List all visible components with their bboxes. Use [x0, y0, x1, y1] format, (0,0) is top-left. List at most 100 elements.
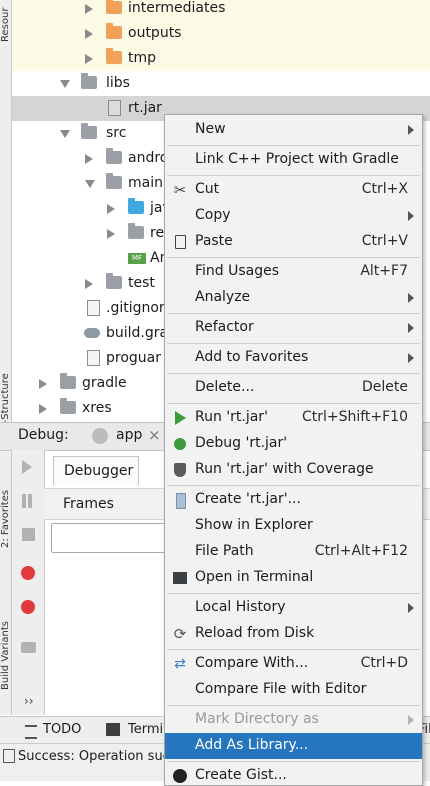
- menu-item-copy[interactable]: Copy: [165, 203, 422, 229]
- expand-arrow-icon[interactable]: [39, 379, 47, 389]
- menu-item-label: File Path: [195, 543, 254, 559]
- collapse-arrow-icon[interactable]: [85, 180, 95, 188]
- menu-item-cut[interactable]: ✂ Cut Ctrl+X: [165, 177, 422, 203]
- menu-item-label: Reload from Disk: [195, 625, 315, 641]
- menu-item-new[interactable]: New: [165, 117, 422, 143]
- collapse-arrow-icon[interactable]: [60, 80, 70, 88]
- resource-manager-tab[interactable]: Resour: [0, 2, 11, 42]
- menu-separator: [167, 373, 420, 374]
- menu-separator: [167, 485, 420, 486]
- menu-item-delete[interactable]: Delete... Delete: [165, 375, 422, 401]
- terminal-tab[interactable]: Termi: [128, 722, 163, 737]
- github-icon: [172, 768, 188, 784]
- menu-item-label: Local History: [195, 599, 286, 615]
- menu-item-link-cpp[interactable]: Link C++ Project with Gradle: [165, 147, 422, 173]
- tree-item-outputs[interactable]: outputs: [12, 21, 430, 46]
- shortcut-label: Alt+F7: [360, 263, 408, 279]
- tree-item-label: proguar: [106, 350, 161, 366]
- menu-item-run-with-coverage[interactable]: Run 'rt.jar' with Coverage: [165, 457, 422, 483]
- tree-item-label: src: [106, 125, 127, 141]
- submenu-arrow-icon: [408, 293, 414, 303]
- debugger-tab[interactable]: Debugger: [53, 456, 139, 485]
- file-icon: [87, 350, 100, 366]
- menu-separator: [167, 257, 420, 258]
- menu-item-label: Link C++ Project with Gradle: [195, 151, 399, 167]
- camera-icon[interactable]: [21, 642, 36, 653]
- tree-item-intermediates[interactable]: intermediates: [12, 0, 430, 21]
- debug-label: Debug:: [18, 427, 69, 443]
- scissors-icon: ✂: [173, 181, 187, 199]
- resume-icon[interactable]: [22, 460, 32, 474]
- build-variants-tab[interactable]: Build Variants: [0, 600, 11, 690]
- menu-item-label: New: [195, 121, 226, 137]
- manifest-icon: MF: [128, 253, 146, 264]
- menu-separator: [167, 403, 420, 404]
- expand-arrow-icon[interactable]: [107, 204, 115, 214]
- expand-arrow-icon[interactable]: [85, 4, 93, 14]
- tree-item-label: build.gra: [106, 325, 169, 341]
- structure-tab[interactable]: Z-Structure: [0, 358, 11, 430]
- submenu-arrow-icon: [408, 125, 414, 135]
- favorites-tab[interactable]: 2: Favorites: [0, 478, 11, 548]
- menu-item-local-history[interactable]: Local History: [165, 595, 422, 621]
- menu-item-add-to-favorites[interactable]: Add to Favorites: [165, 345, 422, 371]
- folder-icon: [60, 398, 76, 414]
- expand-arrow-icon[interactable]: [85, 29, 93, 39]
- menu-item-label: Add to Favorites: [195, 349, 309, 365]
- collapse-arrow-icon[interactable]: [60, 130, 70, 138]
- menu-item-label: Add As Library...: [195, 737, 309, 753]
- tree-item-label: andro: [128, 150, 169, 166]
- expand-arrow-icon[interactable]: [85, 279, 93, 289]
- menu-item-open-in-terminal[interactable]: Open in Terminal: [165, 565, 422, 591]
- frames-label: Frames: [63, 496, 114, 512]
- todo-tab[interactable]: TODO: [43, 722, 81, 737]
- terminal-icon: [172, 570, 188, 586]
- more-icon[interactable]: ››: [24, 694, 34, 708]
- menu-item-label: Paste: [195, 233, 233, 249]
- reload-icon: ⟳: [173, 625, 187, 643]
- stop-icon[interactable]: [22, 528, 35, 541]
- menu-item-show-in-explorer[interactable]: Show in Explorer: [165, 513, 422, 539]
- menu-item-add-as-library[interactable]: Add As Library...: [165, 733, 422, 759]
- expand-arrow-icon[interactable]: [85, 54, 93, 64]
- close-tab-icon[interactable]: ×: [148, 426, 161, 444]
- terminal-icon: [106, 723, 120, 736]
- folder-icon: [60, 373, 76, 389]
- menu-item-refactor[interactable]: Refactor: [165, 315, 422, 341]
- menu-item-create-gist[interactable]: Create Gist...: [165, 763, 422, 785]
- submenu-arrow-icon: [408, 211, 414, 221]
- app-tab[interactable]: app: [116, 427, 142, 443]
- view-breakpoints-icon[interactable]: [21, 566, 35, 580]
- menu-item-label: Show in Explorer: [195, 517, 313, 533]
- submenu-arrow-icon: [408, 323, 414, 333]
- menu-item-reload-from-disk[interactable]: ⟳ Reload from Disk: [165, 621, 422, 647]
- expand-arrow-icon[interactable]: [85, 154, 93, 164]
- debug-icon: [172, 436, 188, 452]
- menu-item-find-usages[interactable]: Find Usages Alt+F7: [165, 259, 422, 285]
- menu-separator: [167, 705, 420, 706]
- menu-item-paste[interactable]: Paste Ctrl+V: [165, 229, 422, 255]
- pause-icon[interactable]: [22, 494, 26, 508]
- menu-item-analyze[interactable]: Analyze: [165, 285, 422, 311]
- menu-item-debug[interactable]: Debug 'rt.jar': [165, 431, 422, 457]
- tree-item-libs[interactable]: libs: [12, 71, 430, 96]
- menu-item-compare-with-editor[interactable]: Compare File with Editor: [165, 677, 422, 703]
- mute-breakpoints-icon[interactable]: [21, 600, 35, 614]
- context-menu: New Link C++ Project with Gradle ✂ Cut C…: [164, 114, 423, 786]
- expand-arrow-icon[interactable]: [39, 404, 47, 414]
- menu-item-run[interactable]: Run 'rt.jar' Ctrl+Shift+F10: [165, 405, 422, 431]
- tree-item-tmp[interactable]: tmp: [12, 46, 430, 71]
- folder-icon: [81, 123, 97, 139]
- menu-item-compare-with[interactable]: ⇄ Compare With... Ctrl+D: [165, 651, 422, 677]
- menu-item-label: Analyze: [195, 289, 251, 305]
- resource-folder-icon: [128, 223, 144, 239]
- expand-arrow-icon[interactable]: [107, 229, 115, 239]
- tree-item-label: main: [128, 175, 163, 191]
- folder-icon: [106, 148, 122, 164]
- menu-item-create-config[interactable]: Create 'rt.jar'...: [165, 487, 422, 513]
- menu-item-label: Open in Terminal: [195, 569, 314, 585]
- tree-item-label: outputs: [128, 25, 182, 41]
- menu-item-file-path[interactable]: File Path Ctrl+Alt+F12: [165, 539, 422, 565]
- submenu-arrow-icon: [408, 715, 414, 725]
- tree-item-label: test: [128, 275, 155, 291]
